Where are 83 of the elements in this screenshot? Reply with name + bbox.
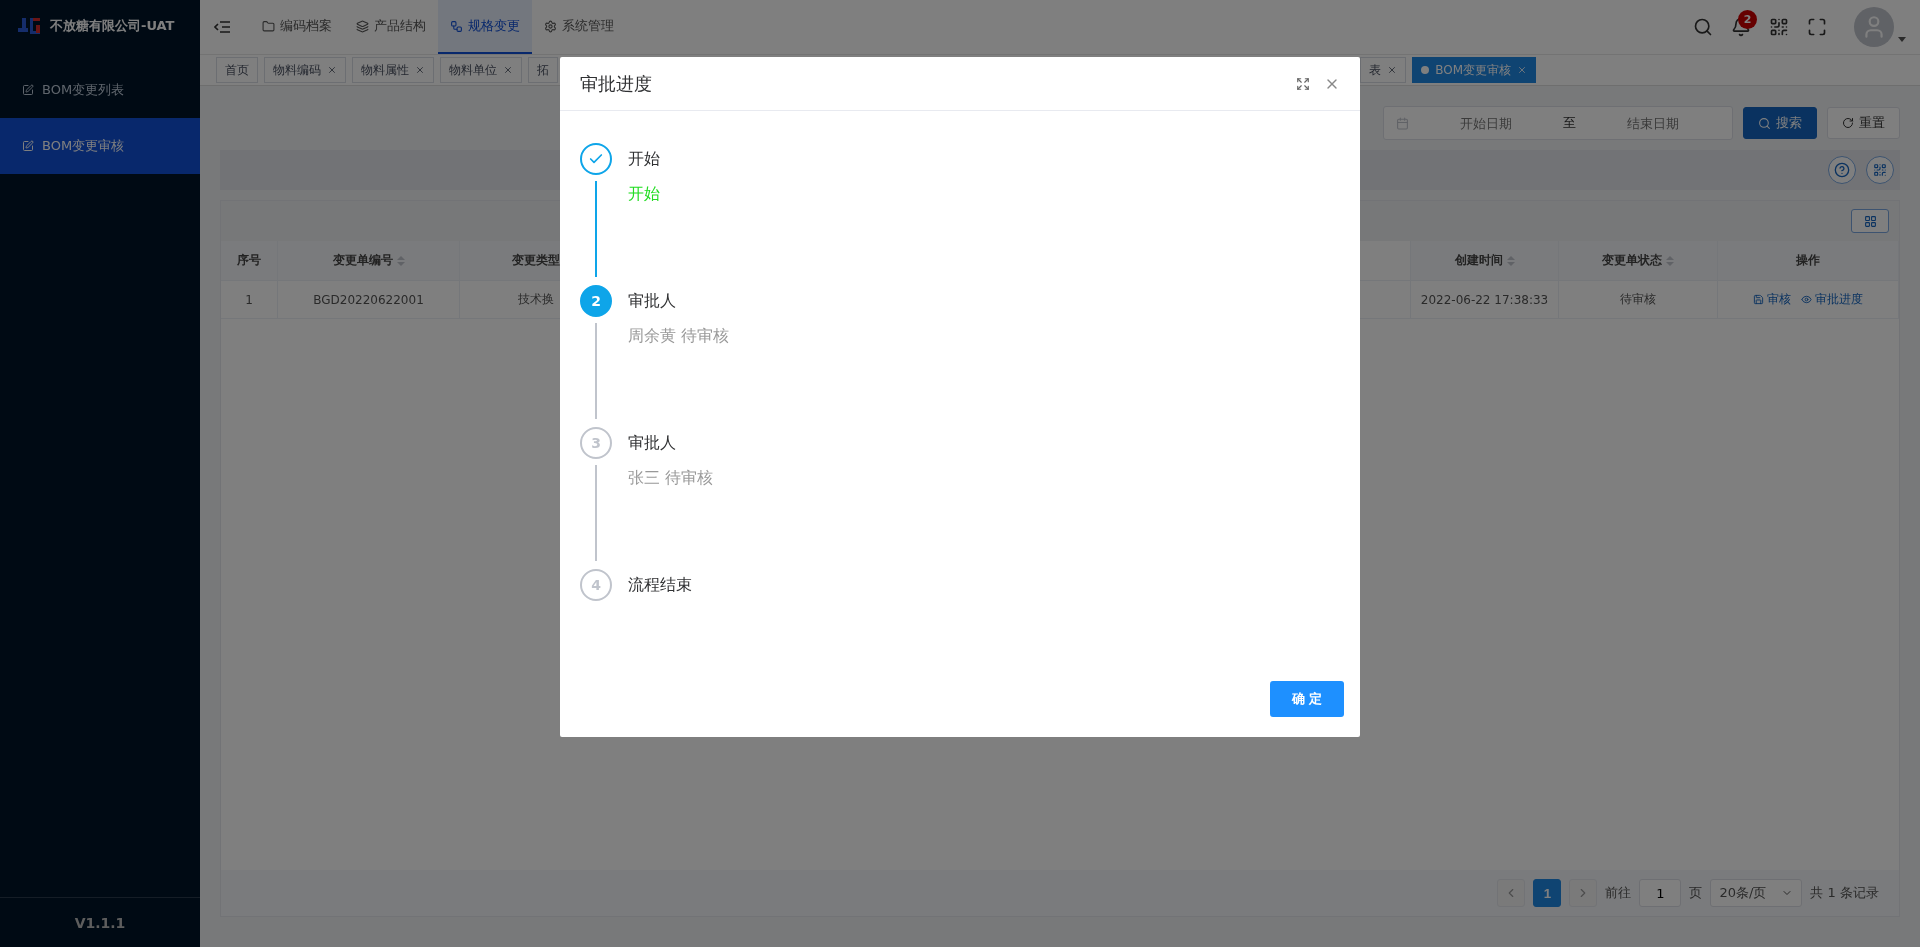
- page-tab[interactable]: 表: [1360, 57, 1407, 83]
- step-title: 审批人: [628, 291, 677, 312]
- table-cell: 2022-06-22 17:38:33: [1420, 292, 1549, 307]
- total-count: 共 1 条记录: [1810, 884, 1879, 902]
- column-header: 操作: [1718, 241, 1899, 281]
- caret-icon[interactable]: [1898, 36, 1906, 42]
- page-tab[interactable]: 首页: [216, 57, 258, 83]
- edit-icon: [22, 84, 34, 96]
- grid-view-button[interactable]: [1851, 209, 1889, 233]
- qr-code-icon: [1873, 163, 1887, 177]
- table-cell: 待审核: [1620, 291, 1656, 308]
- dialog-title: 审批进度: [580, 71, 653, 96]
- workflow-icon: [450, 19, 463, 33]
- action-link[interactable]: 审核: [1753, 291, 1791, 308]
- table-cell: 1: [245, 292, 253, 307]
- close-icon[interactable]: [327, 65, 337, 75]
- page-size-select[interactable]: 20条/页: [1710, 879, 1803, 907]
- sidebar-item[interactable]: BOM变更列表: [0, 62, 200, 118]
- top-menu-item[interactable]: 编码档案: [250, 0, 344, 54]
- close-icon[interactable]: [503, 65, 513, 75]
- page-input[interactable]: 1: [1639, 879, 1682, 907]
- end-date-input[interactable]: 结束日期: [1586, 114, 1720, 132]
- bell-icon[interactable]: [1731, 17, 1751, 37]
- step-description: 周余黄 待审核: [628, 326, 730, 347]
- page-tab[interactable]: 物料编码: [264, 57, 346, 83]
- start-date-input[interactable]: 开始日期: [1419, 114, 1553, 132]
- company-logo: [18, 16, 42, 36]
- step-title: 开始: [628, 149, 660, 170]
- active-dot-icon: [1421, 66, 1430, 74]
- save-icon: [1753, 294, 1764, 305]
- column-header[interactable]: 创建时间: [1411, 241, 1559, 281]
- column-header[interactable]: 变更单状态: [1559, 241, 1718, 281]
- column-header[interactable]: 变更单编号: [278, 241, 460, 281]
- search-icon: [1758, 116, 1771, 130]
- page-tab[interactable]: 拓: [528, 57, 558, 83]
- search-button[interactable]: 搜索: [1743, 107, 1817, 139]
- page-number[interactable]: 1: [1533, 879, 1562, 907]
- close-icon[interactable]: [1517, 65, 1527, 75]
- step-indicator: 2: [580, 285, 612, 317]
- search-icon[interactable]: [1693, 17, 1713, 37]
- top-menu-item[interactable]: 产品结构: [344, 0, 438, 54]
- page-tab[interactable]: 物料属性: [352, 57, 434, 83]
- page-tab[interactable]: BOM变更审核: [1412, 57, 1536, 83]
- version-label: V1.1.1: [74, 914, 126, 931]
- table-cell: 技术换: [517, 291, 554, 308]
- calendar-icon: [1396, 116, 1409, 130]
- folder-icon: [262, 19, 275, 33]
- qr-code-icon[interactable]: [1769, 17, 1789, 37]
- action-link[interactable]: 审批进度: [1801, 291, 1863, 308]
- notification-count: 2: [1738, 10, 1757, 29]
- collapse-menu-icon[interactable]: [214, 20, 230, 34]
- help-icon: [1834, 162, 1850, 178]
- help-button[interactable]: [1828, 156, 1856, 184]
- page-tab[interactable]: 物料单位: [440, 57, 522, 83]
- goto-label: 前往: [1605, 884, 1632, 902]
- eye-icon: [1801, 294, 1812, 305]
- refresh-icon: [1842, 117, 1854, 129]
- close-icon[interactable]: [415, 65, 425, 75]
- edit-icon: [22, 140, 34, 152]
- column-header: 序号: [221, 241, 278, 281]
- step-indicator: 4: [580, 569, 612, 601]
- settings-icon: [544, 19, 557, 33]
- page-suffix: 页: [1689, 884, 1703, 902]
- company-name: 不放糖有限公司-UAT: [50, 17, 175, 35]
- sidebar-item[interactable]: BOM变更审核: [0, 118, 200, 174]
- qr-code-button[interactable]: [1866, 156, 1894, 184]
- step-title: 审批人: [628, 433, 677, 454]
- close-icon[interactable]: [1387, 65, 1398, 75]
- confirm-button[interactable]: 确 定: [1270, 681, 1344, 717]
- range-separator: 至: [1563, 114, 1576, 132]
- step-indicator: 3: [580, 427, 612, 459]
- fullscreen-icon[interactable]: [1807, 17, 1827, 37]
- table-cell: BGD20220622001: [313, 292, 424, 307]
- fullscreen-icon[interactable]: [1296, 76, 1310, 91]
- date-range-field[interactable]: 开始日期 至 结束日期: [1383, 106, 1733, 140]
- reset-button[interactable]: 重置: [1827, 107, 1900, 139]
- top-menu-item[interactable]: 规格变更: [438, 0, 532, 54]
- step-description: 张三 待审核: [628, 468, 714, 489]
- top-menu-item[interactable]: 系统管理: [532, 0, 626, 54]
- layers-icon: [356, 19, 369, 33]
- step-description: 开始: [628, 184, 660, 205]
- step-title: 流程结束: [628, 575, 692, 596]
- grid-icon: [1863, 214, 1877, 228]
